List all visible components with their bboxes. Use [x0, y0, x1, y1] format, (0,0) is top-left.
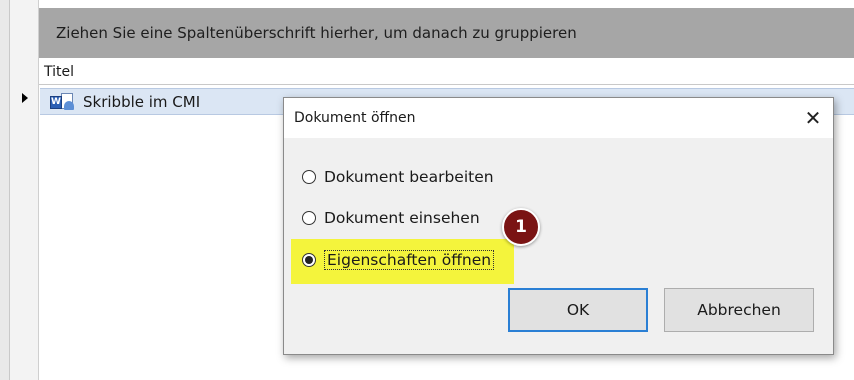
radio-label: Dokument einsehen — [324, 209, 480, 227]
radio-open-properties[interactable]: Eigenschaften öffnen — [302, 248, 495, 272]
close-icon[interactable]: ✕ — [797, 102, 829, 134]
row-title: Skribble im CMI — [83, 92, 201, 111]
radio-edit-document[interactable]: Dokument bearbeiten — [302, 165, 494, 189]
open-document-dialog: Dokument öffnen ✕ Dokument bearbeiten Do… — [283, 97, 834, 355]
window-left-edge — [0, 0, 10, 380]
radio-button[interactable] — [302, 211, 316, 225]
cancel-button[interactable]: Abbrechen — [664, 288, 814, 332]
ok-button[interactable]: OK — [508, 288, 648, 332]
radio-button-selected[interactable] — [302, 253, 316, 267]
row-header-column — [10, 0, 39, 380]
radio-button[interactable] — [302, 170, 316, 184]
column-header-titel[interactable]: Titel — [39, 60, 854, 85]
radio-label: Eigenschaften öffnen — [324, 250, 495, 270]
dialog-title: Dokument öffnen — [294, 110, 416, 126]
group-panel-hint: Ziehen Sie eine Spaltenüberschrift hierh… — [56, 24, 577, 42]
word-document-icon: W — [50, 92, 76, 111]
callout-number-badge: 1 — [502, 208, 540, 246]
radio-label: Dokument bearbeiten — [324, 168, 494, 186]
group-by-panel[interactable]: Ziehen Sie eine Spaltenüberschrift hierh… — [39, 8, 854, 58]
dialog-titlebar: Dokument öffnen ✕ — [284, 98, 833, 138]
current-row-indicator-icon — [22, 93, 28, 103]
column-header-label: Titel — [44, 64, 75, 80]
radio-view-document[interactable]: Dokument einsehen — [302, 206, 480, 230]
